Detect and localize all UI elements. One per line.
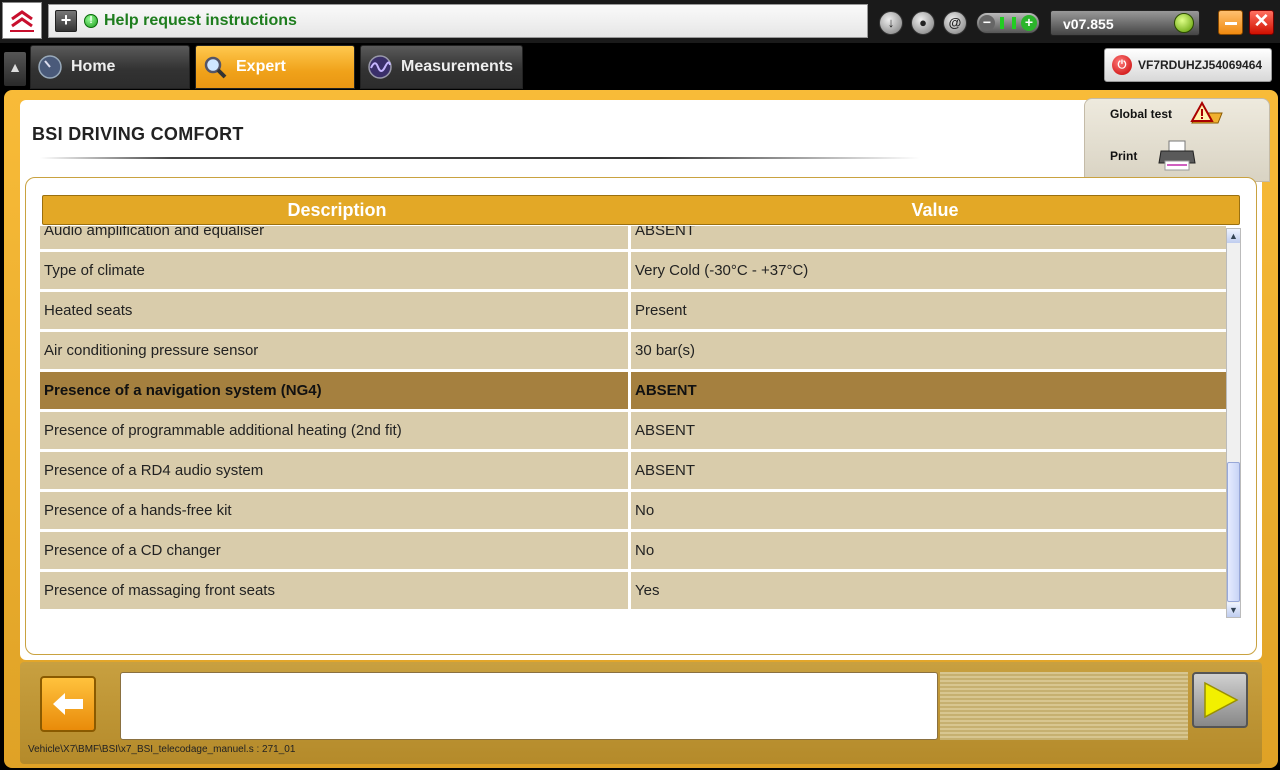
- description-cell: Audio amplification and equaliser: [40, 226, 628, 249]
- magnifier-icon: [204, 56, 227, 79]
- table-row[interactable]: Heated seats Present: [40, 292, 1226, 329]
- printer-icon: [1158, 140, 1196, 171]
- waveform-icon: [368, 55, 392, 79]
- value-cell: ABSENT: [631, 452, 1226, 489]
- connection-status-icon: [1174, 13, 1194, 33]
- table-row[interactable]: Audio amplification and equaliser ABSENT: [40, 226, 1226, 249]
- email-icon[interactable]: @: [943, 11, 967, 35]
- add-icon[interactable]: +: [55, 10, 77, 32]
- warning-folder-icon: [1190, 100, 1223, 124]
- level-bars-icon: [1000, 17, 1016, 29]
- stripe-decoration: [940, 672, 1188, 740]
- home-gauge-icon: [38, 55, 62, 79]
- power-icon: ⏻: [1112, 55, 1132, 75]
- tab-measurements[interactable]: Measurements: [360, 45, 523, 89]
- close-button[interactable]: ✕: [1249, 10, 1274, 35]
- value-cell: No: [631, 492, 1226, 529]
- help-request-bar[interactable]: + ! Help request instructions: [48, 4, 868, 38]
- message-box: [120, 672, 938, 740]
- page-title: BSI DRIVING COMFORT: [32, 124, 244, 144]
- description-cell: Heated seats: [40, 292, 628, 329]
- description-cell: Type of climate: [40, 252, 628, 289]
- status-dot-icon: !: [84, 14, 98, 28]
- tab-home[interactable]: Home: [30, 45, 190, 89]
- version-indicator: v07.855: [1050, 10, 1200, 36]
- table-body: Audio amplification and equaliser ABSENT T…: [40, 226, 1228, 616]
- description-cell: Presence of a CD changer: [40, 532, 628, 569]
- collapse-arrow-icon[interactable]: ▲: [4, 52, 26, 86]
- vin-button[interactable]: ⏻ VF7RDUHZJ54069464: [1104, 48, 1272, 82]
- description-cell: Air conditioning pressure sensor: [40, 332, 628, 369]
- table-row[interactable]: Presence of a navigation system (NG4) ABS…: [40, 372, 1226, 409]
- title-divider: [40, 157, 920, 159]
- volume-control[interactable]: − +: [976, 12, 1040, 34]
- tab-home-label: Home: [71, 58, 116, 75]
- table-row[interactable]: Presence of programmable additional heat…: [40, 412, 1226, 449]
- vin-text: VF7RDUHZJ54069464: [1138, 58, 1263, 72]
- play-arrow-icon: [1204, 681, 1239, 719]
- tab-measurements-label: Measurements: [401, 58, 514, 75]
- table-row[interactable]: Presence of a hands-free kit No: [40, 492, 1226, 529]
- minimize-button[interactable]: [1218, 10, 1243, 35]
- description-cell: Presence of a RD4 audio system: [40, 452, 628, 489]
- version-text: v07.855: [1063, 16, 1114, 32]
- table-row[interactable]: Air conditioning pressure sensor 30 bar(s…: [40, 332, 1226, 369]
- description-cell: Presence of massaging front seats: [40, 572, 628, 609]
- column-header-value[interactable]: Value: [631, 196, 1239, 224]
- value-cell: Yes: [631, 572, 1226, 609]
- value-cell: ABSENT: [631, 412, 1226, 449]
- bottom-bar: Vehicle\X7\BMF\BSI\x7_BSI_telecodage_man…: [20, 662, 1262, 764]
- tab-expert-label: Expert: [236, 58, 286, 75]
- print-button[interactable]: Print: [1110, 140, 1199, 171]
- tab-expert[interactable]: Expert: [195, 45, 355, 89]
- vertical-scrollbar[interactable]: ▲ ▼: [1226, 228, 1241, 618]
- scroll-down-icon[interactable]: ▼: [1227, 603, 1240, 617]
- table-row[interactable]: Presence of a RD4 audio system ABSENT: [40, 452, 1226, 489]
- description-cell: Presence of a hands-free kit: [40, 492, 628, 529]
- user-icon[interactable]: ●: [911, 11, 935, 35]
- scroll-thumb[interactable]: [1227, 462, 1240, 602]
- next-button[interactable]: [1192, 672, 1248, 728]
- value-cell: Very Cold (-30°C - +37°C): [631, 252, 1226, 289]
- download-icon[interactable]: ↓: [879, 11, 903, 35]
- content-panel: BSI DRIVING COMFORT Global test Print De…: [20, 98, 1270, 660]
- script-path: Vehicle\X7\BMF\BSI\x7_BSI_telecodage_man…: [28, 744, 296, 755]
- main-frame: BSI DRIVING COMFORT Global test Print De…: [4, 90, 1278, 768]
- description-cell: Presence of a navigation system (NG4): [40, 372, 628, 409]
- column-header-description[interactable]: Description: [43, 196, 631, 224]
- top-bar: + ! Help request instructions ↓ ● @ − + …: [0, 0, 1280, 43]
- table-header: Description Value: [42, 195, 1240, 225]
- global-test-button[interactable]: Global test: [1110, 99, 1224, 129]
- tab-bar: ▲ Home Expert Measurements ⏻ VF7RDUHZJ54…: [0, 43, 1280, 90]
- plus-icon[interactable]: +: [1021, 15, 1037, 31]
- minus-icon[interactable]: −: [979, 15, 995, 31]
- citroen-logo: [2, 2, 42, 39]
- value-cell: Present: [631, 292, 1226, 329]
- table-row[interactable]: Type of climate Very Cold (-30°C - +37°C): [40, 252, 1226, 289]
- scroll-up-icon[interactable]: ▲: [1227, 229, 1240, 243]
- help-request-text: Help request instructions: [104, 12, 297, 29]
- value-cell: 30 bar(s): [631, 332, 1226, 369]
- value-cell: No: [631, 532, 1226, 569]
- print-label: Print: [1110, 149, 1138, 163]
- value-cell: ABSENT: [631, 226, 1226, 249]
- parameters-table: Description Value Audio amplification an…: [25, 177, 1257, 655]
- table-row[interactable]: Presence of massaging front seats Yes: [40, 572, 1226, 609]
- value-cell: ABSENT: [631, 372, 1226, 409]
- global-test-label: Global test: [1110, 107, 1173, 121]
- description-cell: Presence of programmable additional heat…: [40, 412, 628, 449]
- side-actions-panel: Global test Print: [1084, 98, 1270, 182]
- back-button[interactable]: [40, 676, 96, 732]
- arrow-left-icon: [53, 693, 83, 715]
- table-row[interactable]: Presence of a CD changer No: [40, 532, 1226, 569]
